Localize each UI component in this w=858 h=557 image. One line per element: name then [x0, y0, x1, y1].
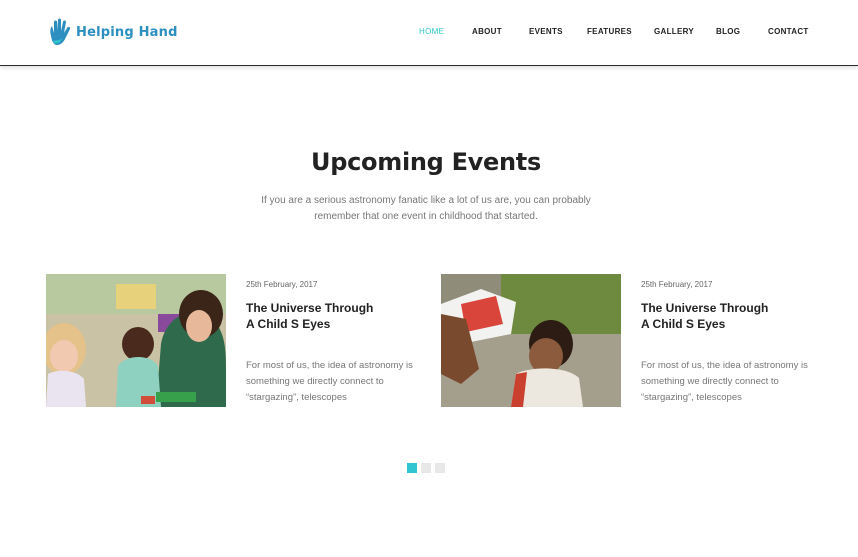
section-description: If you are a serious astronomy fanatic l…	[261, 195, 591, 222]
event-date: 25th February, 2017	[246, 280, 318, 289]
nav-events[interactable]: EVENTS	[529, 27, 563, 36]
main-nav: HOME ABOUT EVENTS FEATURES GALLERY BLOG …	[0, 27, 858, 39]
event-excerpt: For most of us, the idea of astronomy is…	[246, 360, 413, 403]
nav-blog[interactable]: BLOG	[716, 27, 740, 36]
section-title: Upcoming Events	[311, 148, 541, 176]
carousel-dot-3[interactable]	[435, 463, 445, 473]
event-card[interactable]: 25th February, 2017 The Universe Through…	[46, 274, 446, 408]
event-image-child[interactable]	[441, 274, 621, 407]
nav-about[interactable]: ABOUT	[472, 27, 502, 36]
event-image-classroom[interactable]	[46, 274, 226, 407]
event-title[interactable]: The Universe Through A Child S Eyes	[246, 300, 376, 332]
event-card[interactable]: 25th February, 2017 The Universe Through…	[441, 274, 841, 408]
site-header: Helping Hand HOME ABOUT EVENTS FEATURES …	[0, 0, 858, 66]
event-excerpt: For most of us, the idea of astronomy is…	[641, 360, 808, 403]
nav-gallery[interactable]: GALLERY	[654, 27, 694, 36]
event-date: 25th February, 2017	[641, 280, 713, 289]
nav-features[interactable]: FEATURES	[587, 27, 632, 36]
event-title[interactable]: The Universe Through A Child S Eyes	[641, 300, 771, 332]
carousel-dot-1[interactable]	[407, 463, 417, 473]
carousel-dots	[407, 463, 445, 473]
nav-home[interactable]: HOME	[419, 27, 444, 36]
nav-contact[interactable]: CONTACT	[768, 27, 809, 36]
carousel-dot-2[interactable]	[421, 463, 431, 473]
